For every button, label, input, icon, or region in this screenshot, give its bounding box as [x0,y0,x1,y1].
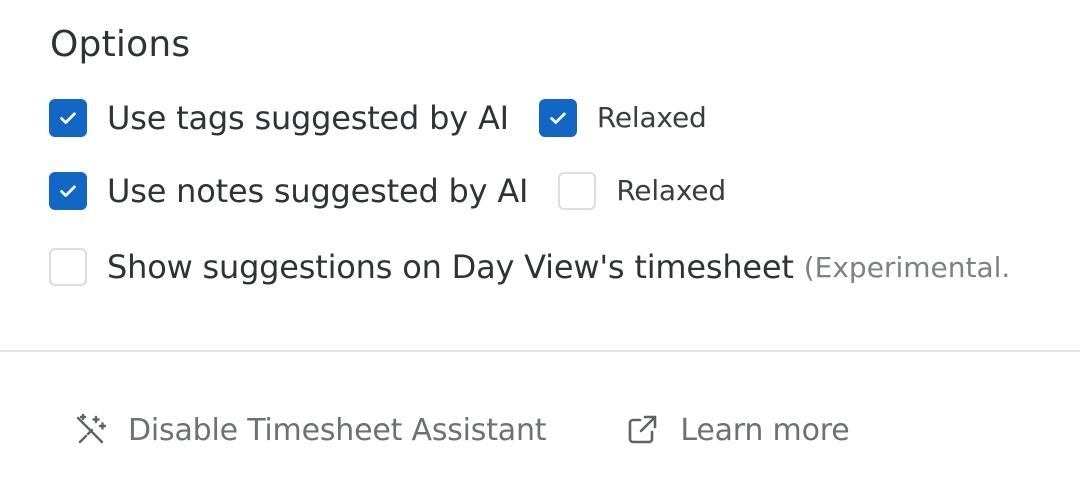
option-row-notes: Use notes suggested by AI Relaxed [49,171,726,211]
checkmark-icon [550,112,566,124]
notes-ai-label[interactable]: Use notes suggested by AI [107,171,529,211]
tags-ai-label[interactable]: Use tags suggested by AI [107,98,509,138]
options-panel: Options Use tags suggested by AI Relaxed… [0,0,1080,503]
tags-relaxed-option: Relaxed [538,98,707,138]
tags-relaxed-label[interactable]: Relaxed [597,98,707,138]
footer-actions: Disable Timesheet Assistant Learn more [70,408,850,452]
notes-relaxed-label[interactable]: Relaxed [616,171,726,211]
disable-assistant-button[interactable]: Disable Timesheet Assistant [70,410,547,450]
notes-ai-checkbox[interactable] [49,172,87,210]
checkmark-icon [60,112,76,124]
checkmark-icon [60,185,76,197]
divider [0,350,1080,352]
magic-wand-off-icon [70,410,110,450]
notes-relaxed-option: Relaxed [558,171,726,211]
tags-relaxed-checkbox[interactable] [538,99,577,137]
experimental-note: (Experimental. [803,250,1011,284]
learn-more-label: Learn more [680,412,850,448]
disable-assistant-label: Disable Timesheet Assistant [128,412,547,448]
day-view-suggestions-checkbox[interactable] [49,248,87,286]
learn-more-link[interactable]: Learn more [622,410,850,450]
notes-relaxed-checkbox[interactable] [558,172,597,210]
day-view-suggestions-label[interactable]: Show suggestions on Day View's timesheet [107,247,794,287]
option-row-tags: Use tags suggested by AI Relaxed [49,98,707,138]
tags-ai-checkbox[interactable] [49,99,87,137]
external-link-icon [622,410,662,450]
options-title: Options [50,24,191,65]
option-row-day-view: Show suggestions on Day View's timesheet… [49,247,1010,287]
